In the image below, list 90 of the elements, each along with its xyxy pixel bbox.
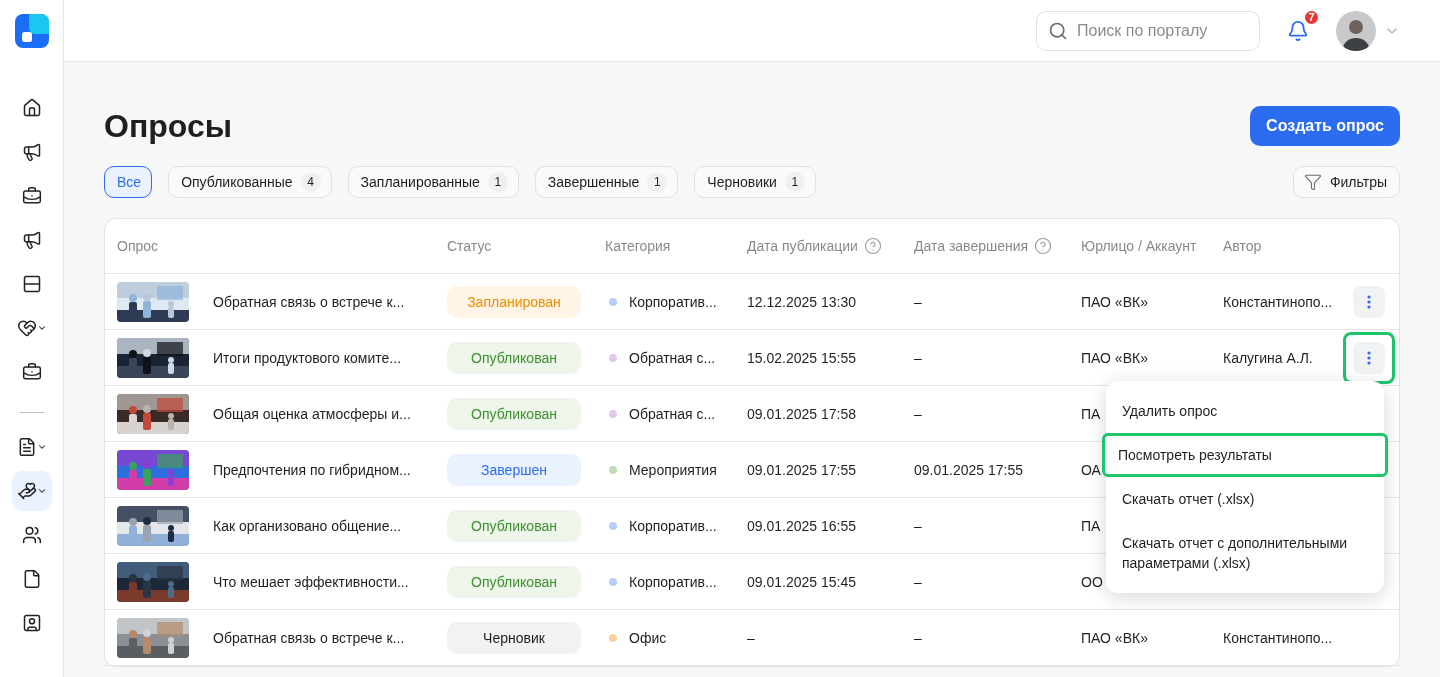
- chip-count: 1: [487, 172, 508, 192]
- stack-icon: [21, 274, 42, 294]
- column-header: Автор: [1223, 238, 1262, 254]
- publish-date: 09.01.2025 15:45: [747, 573, 856, 590]
- logo-icon[interactable]: [14, 14, 49, 48]
- sidebar-item[interactable]: [11, 471, 52, 511]
- status-badge: Черновик: [447, 621, 581, 654]
- filter-icon: [1303, 173, 1322, 191]
- avatar: [1336, 10, 1376, 51]
- end-date: 09.01.2025 17:55: [914, 461, 1023, 478]
- author-name: Константинопо...: [1223, 629, 1333, 646]
- publish-date: 09.01.2025 17:55: [747, 461, 856, 478]
- end-date: –: [914, 349, 922, 366]
- users-icon: [21, 525, 42, 545]
- end-date: –: [914, 405, 922, 422]
- survey-title[interactable]: Общая оценка атмосферы и...: [213, 405, 411, 422]
- publish-date: 09.01.2025 17:58: [747, 405, 856, 422]
- column-header: Статус: [447, 238, 492, 254]
- help-icon[interactable]: [1034, 237, 1053, 255]
- column-header: Опрос: [117, 238, 159, 254]
- filter-chip[interactable]: Опубликованные 4: [168, 166, 332, 198]
- status-badge: Запланирован: [447, 285, 581, 318]
- survey-title[interactable]: Как организовано общение...: [213, 517, 402, 534]
- home-icon: [21, 98, 42, 118]
- bell-icon: [1287, 19, 1309, 42]
- briefcase-icon: [21, 362, 42, 382]
- briefcase-icon: [21, 186, 42, 206]
- end-date: –: [914, 293, 922, 310]
- heart-hand-icon: [16, 318, 37, 338]
- column-header: Юрлицо / Аккаунт: [1081, 238, 1197, 254]
- notification-count: 7: [1303, 8, 1320, 26]
- menu-item[interactable]: Скачать отчет с дополнительными параметрами (.xlsx): [1106, 521, 1384, 585]
- column-header: Категория: [605, 238, 671, 254]
- end-date: –: [914, 517, 922, 534]
- chip-count: 4: [300, 172, 321, 192]
- survey-title[interactable]: Обратная связь о встрече к...: [213, 293, 405, 310]
- menu-item[interactable]: Удалить опрос: [1106, 389, 1384, 433]
- status-badge: Опубликован: [447, 341, 581, 374]
- filter-chip[interactable]: Завершенные 1: [534, 166, 679, 198]
- megaphone-icon: [21, 230, 42, 250]
- category-name: Офис: [629, 629, 667, 646]
- survey-title[interactable]: Итоги продуктового комите...: [213, 349, 402, 366]
- category-name: Корпоратив...: [629, 573, 717, 590]
- chip-count: 1: [647, 172, 668, 192]
- menu-item[interactable]: Скачать отчет (.xlsx): [1106, 477, 1384, 521]
- menu-item[interactable]: Посмотреть результаты: [1102, 433, 1388, 477]
- publish-date: –: [747, 629, 755, 646]
- filter-chip[interactable]: Черновики 1: [694, 166, 816, 198]
- publish-date: 12.12.2025 13:30: [747, 293, 856, 310]
- category-name: Корпоратив...: [629, 293, 717, 310]
- help-icon[interactable]: [863, 237, 882, 255]
- create-survey-button[interactable]: Создать опрос: [1250, 106, 1400, 146]
- legal-entity: ПАО «ВК»: [1081, 349, 1148, 366]
- filter-chip[interactable]: Все: [104, 166, 153, 198]
- author-name: Калугина А.Л.: [1223, 349, 1313, 366]
- end-date: –: [914, 629, 922, 646]
- category-name: Обратная с...: [629, 405, 716, 422]
- legal-entity: ОА: [1081, 461, 1101, 478]
- category-name: Корпоратив...: [629, 517, 717, 534]
- category-name: Обратная с...: [629, 349, 716, 366]
- legal-entity: ПА: [1081, 517, 1101, 534]
- survey-title[interactable]: Обратная связь о встрече к...: [213, 629, 405, 646]
- author-name: Константинопо...: [1223, 293, 1333, 310]
- publish-date: 09.01.2025 16:55: [747, 517, 856, 534]
- end-date: –: [914, 573, 922, 590]
- filter-chip[interactable]: Запланированные 1: [347, 166, 519, 198]
- column-header: Дата публикации: [747, 238, 858, 254]
- contact-card-icon: [21, 613, 42, 633]
- legal-entity: ПАО «ВК»: [1081, 293, 1148, 310]
- status-badge: Опубликован: [447, 397, 581, 430]
- status-badge: Опубликован: [447, 565, 581, 598]
- legal-entity: ПАО «ВК»: [1081, 629, 1148, 646]
- legal-entity: ОО: [1081, 573, 1103, 590]
- status-badge: Завершен: [447, 453, 581, 486]
- category-name: Мероприятия: [629, 461, 717, 478]
- search-field[interactable]: Поиск по порталу: [1036, 10, 1260, 51]
- page-title: Опросы: [104, 107, 232, 145]
- filters-button[interactable]: Фильтры: [1292, 166, 1400, 198]
- status-badge: Опубликован: [447, 509, 581, 542]
- search-icon: [1048, 20, 1068, 41]
- more-icon: [1367, 294, 1371, 309]
- hand-heart-icon: [16, 481, 37, 501]
- survey-title[interactable]: Что мешает эффективности...: [213, 573, 409, 590]
- legal-entity: ПА: [1081, 405, 1101, 422]
- publish-date: 15.02.2025 15:55: [747, 349, 856, 366]
- column-header: Дата завершения: [914, 238, 1029, 254]
- survey-title[interactable]: Предпочтения по гибридном...: [213, 461, 411, 478]
- more-icon: [1367, 350, 1371, 365]
- chip-count: 1: [784, 172, 805, 192]
- megaphone-icon: [21, 142, 42, 162]
